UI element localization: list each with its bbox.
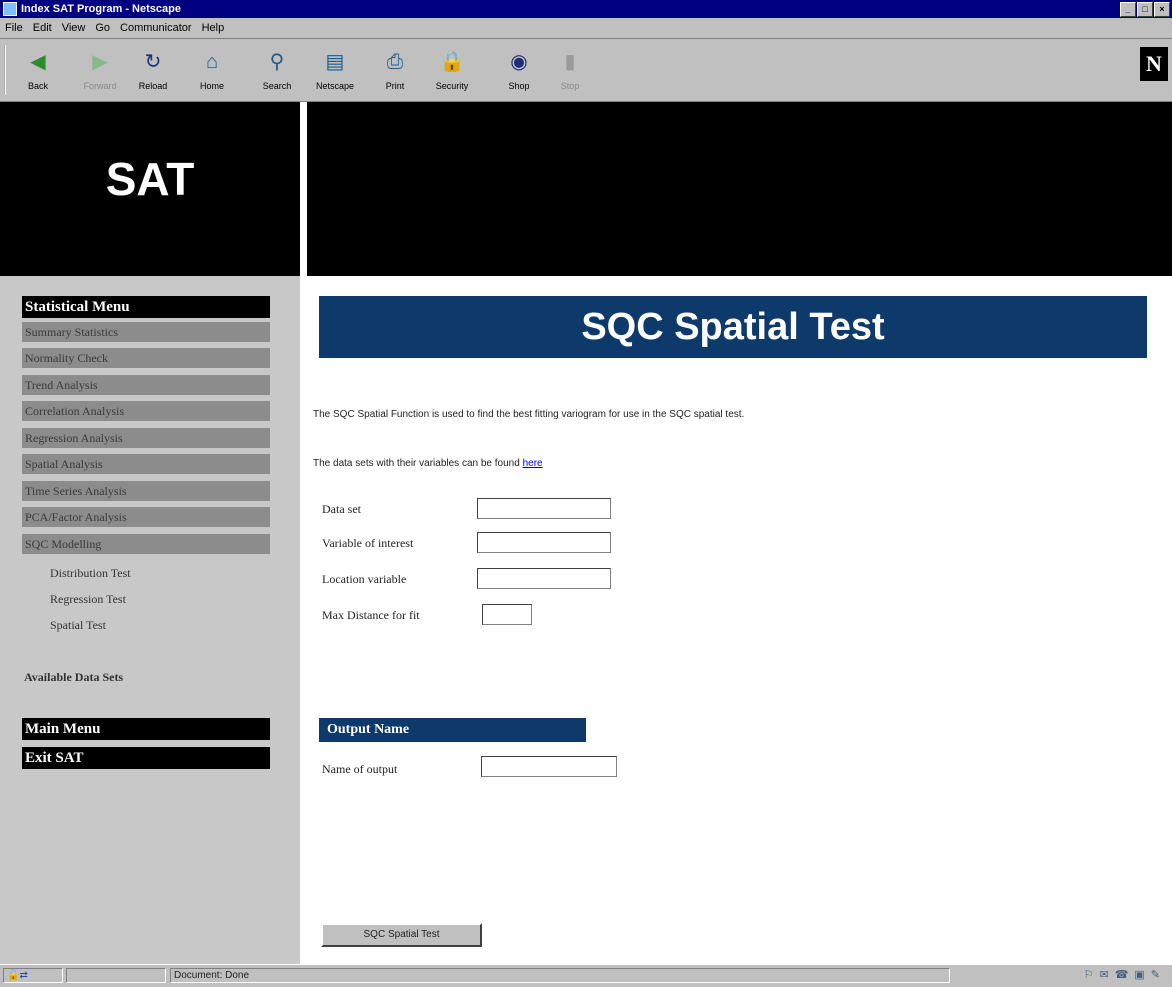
sidebar-item-summary-statistics[interactable]: Summary Statistics <box>22 322 270 342</box>
sidebar-subitem-distribution-test[interactable]: Distribution Test <box>50 566 131 581</box>
navigation-toolbar: ◀ Back ▶ Forward ↻ Reload ⌂ Home ⚲ Search ▤ Netscap… <box>0 39 1172 102</box>
max-distance-input[interactable] <box>482 604 532 625</box>
menu-edit[interactable]: Edit <box>28 22 57 34</box>
reload-button-label: Reload <box>138 81 168 91</box>
variable-of-interest-label: Variable of interest <box>322 536 414 550</box>
sidebar-item-time-series-analysis[interactable]: Time Series Analysis <box>22 481 270 501</box>
security-button[interactable]: 🔒 Security <box>432 47 472 95</box>
menu-bar: File Edit View Go Communicator Help <box>0 18 1172 39</box>
banner-title: SAT <box>105 153 195 205</box>
security-button-label: Security <box>435 81 469 91</box>
sidebar: Statistical Menu Summary Statistics Norm… <box>0 276 300 964</box>
banner-left: SAT <box>0 102 300 276</box>
data-set-input[interactable] <box>477 498 611 519</box>
progress-indicator <box>66 968 166 983</box>
description-text: The SQC Spatial Function is used to find… <box>313 409 745 420</box>
sidebar-item-pca-factor-analysis[interactable]: PCA/Factor Analysis <box>22 507 270 527</box>
data-set-label: Data set <box>322 502 361 516</box>
close-button[interactable]: × <box>1154 2 1170 17</box>
status-text: Document: Done <box>170 968 950 983</box>
home-icon: ⌂ <box>205 51 219 73</box>
print-icon: ⎙ <box>387 51 403 73</box>
search-button-label: Search <box>262 81 292 91</box>
location-variable-label: Location variable <box>322 572 407 586</box>
netscape-icon: ▤ <box>325 51 345 73</box>
back-button-label: Back <box>27 81 48 91</box>
sidebar-item-spatial-analysis[interactable]: Spatial Analysis <box>22 454 270 474</box>
status-bar: 🔓⇄ Document: Done ⚐✉☎▣✎ <box>0 964 1172 987</box>
available-data-sets-link[interactable]: Available Data Sets <box>24 670 123 685</box>
menu-help[interactable]: Help <box>197 22 230 34</box>
forward-arrow-icon: ▶ <box>92 51 108 73</box>
sqc-spatial-test-button[interactable]: SQC Spatial Test <box>321 923 482 947</box>
exit-sat-button[interactable]: Exit SAT <box>22 747 270 769</box>
sidebar-subitem-spatial-test[interactable]: Spatial Test <box>50 618 106 633</box>
component-bar-icons[interactable]: ⚐✉☎▣✎ <box>956 968 1166 983</box>
name-of-output-input[interactable] <box>481 756 617 777</box>
banner-right <box>307 102 1172 276</box>
max-distance-label: Max Distance for fit <box>322 608 420 622</box>
stop-button-label: Stop <box>560 81 580 91</box>
sidebar-item-normality-check[interactable]: Normality Check <box>22 348 270 368</box>
stop-button[interactable]: ▮ Stop <box>550 47 590 95</box>
home-button[interactable]: ⌂ Home <box>192 47 232 95</box>
netscape-button[interactable]: ▤ Netscape <box>315 47 355 95</box>
home-button-label: Home <box>199 81 224 91</box>
print-button-label: Print <box>385 81 405 91</box>
netscape-window-icon <box>3 2 17 16</box>
shop-button[interactable]: ◉ Shop <box>499 47 539 95</box>
toolbar-grip[interactable] <box>4 45 12 95</box>
banner-separator <box>300 102 307 276</box>
shop-icon: ◉ <box>510 51 528 73</box>
reload-button[interactable]: ↻ Reload <box>133 47 173 95</box>
back-arrow-icon: ◀ <box>30 51 46 73</box>
netscape-button-label: Netscape <box>315 81 355 91</box>
sidebar-item-correlation-analysis[interactable]: Correlation Analysis <box>22 401 270 421</box>
search-icon: ⚲ <box>269 51 285 73</box>
location-variable-input[interactable] <box>477 568 611 589</box>
datasets-here-link[interactable]: here <box>523 458 543 469</box>
menu-view[interactable]: View <box>57 22 91 34</box>
page-content: SAT Statistical Menu Summary Statistics … <box>0 102 1172 964</box>
main-panel: SQC Spatial Test The SQC Spatial Functio… <box>300 276 1172 964</box>
page-title: SQC Spatial Test <box>319 296 1147 358</box>
window-controls: _ □ × <box>1120 2 1170 17</box>
datasets-note: The data sets with their variables can b… <box>313 458 543 469</box>
forward-button-label: Forward <box>83 81 117 91</box>
sidebar-item-trend-analysis[interactable]: Trend Analysis <box>22 375 270 395</box>
search-button[interactable]: ⚲ Search <box>257 47 297 95</box>
print-button[interactable]: ⎙ Print <box>375 47 415 95</box>
security-status-icon[interactable]: 🔓⇄ <box>3 968 63 983</box>
sidebar-item-sqc-modelling[interactable]: SQC Modelling <box>22 534 270 554</box>
maximize-button[interactable]: □ <box>1137 2 1153 17</box>
stop-icon: ▮ <box>564 51 576 73</box>
sidebar-item-regression-analysis[interactable]: Regression Analysis <box>22 428 270 448</box>
name-of-output-label: Name of output <box>322 762 398 776</box>
datasets-note-text: The data sets with their variables can b… <box>313 458 523 469</box>
shop-button-label: Shop <box>508 81 530 91</box>
menu-file[interactable]: File <box>0 22 28 34</box>
netscape-logo[interactable]: N <box>1140 47 1168 81</box>
reload-icon: ↻ <box>144 51 162 73</box>
sidebar-subitem-regression-test[interactable]: Regression Test <box>50 592 126 607</box>
window-title-bar: Index SAT Program - Netscape _ □ × <box>0 0 1172 18</box>
main-menu-button[interactable]: Main Menu <box>22 718 270 740</box>
security-icon: 🔒 <box>439 51 465 73</box>
forward-button[interactable]: ▶ Forward <box>80 47 120 95</box>
menu-go[interactable]: Go <box>90 22 115 34</box>
back-button[interactable]: ◀ Back <box>18 47 58 95</box>
variable-of-interest-input[interactable] <box>477 532 611 553</box>
minimize-button[interactable]: _ <box>1120 2 1136 17</box>
menu-communicator[interactable]: Communicator <box>115 22 197 34</box>
statistical-menu-heading[interactable]: Statistical Menu <box>22 296 270 318</box>
output-name-heading: Output Name <box>319 718 586 742</box>
window-title: Index SAT Program - Netscape <box>21 3 181 15</box>
